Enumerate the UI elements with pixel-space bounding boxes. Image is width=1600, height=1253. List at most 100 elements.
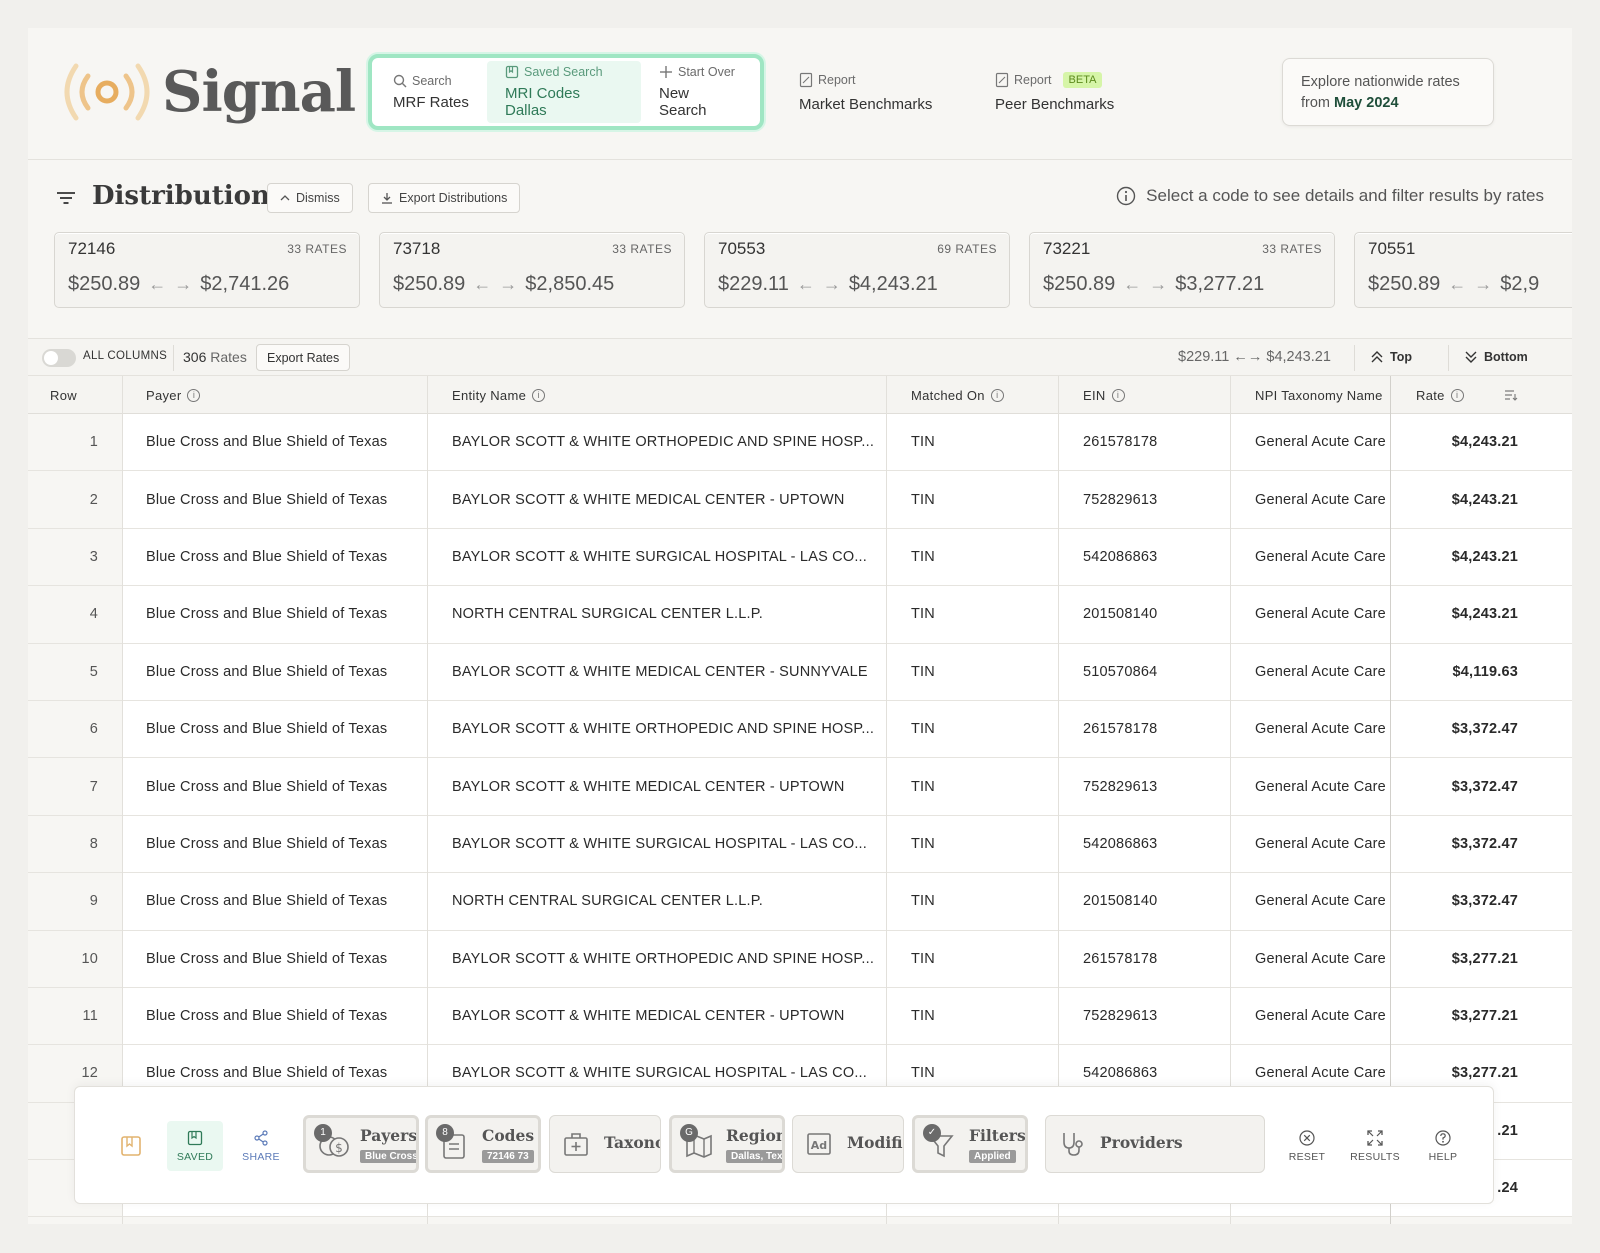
cell-npi-taxonomy: General Acute Care — [1255, 1008, 1386, 1025]
distribution-card[interactable]: 70551 $250.89 ← → $2,9 — [1354, 232, 1572, 308]
scroll-top-button[interactable]: Top — [1370, 350, 1412, 364]
table-row[interactable]: 9 Blue Cross and Blue Shield of Texas NORT… — [28, 873, 1572, 931]
report-small-label: Report — [1014, 73, 1052, 87]
card-max: $2,850.45 — [525, 273, 615, 295]
svg-text:$: $ — [335, 1141, 343, 1155]
payers-filter-chip[interactable]: 1 $ Payers Blue Cross — [303, 1115, 419, 1173]
table-row[interactable]: 10 Blue Cross and Blue Shield of Texas BAY… — [28, 930, 1572, 988]
info-icon[interactable]: i — [1450, 388, 1464, 402]
column-header-ein[interactable]: EIN i — [1083, 376, 1125, 414]
download-icon — [382, 193, 392, 204]
cell-npi-taxonomy: General Acute Care — [1255, 491, 1386, 508]
regions-filter-chip[interactable]: G Regions Dallas, Tex — [669, 1115, 785, 1173]
table-row[interactable]: 7 Blue Cross and Blue Shield of Texas BAYL… — [28, 758, 1572, 816]
distribution-card[interactable]: 70553 69 RATES $229.11 ← → $4,243.21 — [704, 232, 1010, 308]
arrow-right-icon: → — [1474, 274, 1493, 294]
column-header-entity-name[interactable]: Entity Name i — [452, 376, 546, 414]
scroll-bottom-button[interactable]: Bottom — [1464, 350, 1528, 364]
table-row[interactable]: 8 Blue Cross and Blue Shield of Texas BAYL… — [28, 815, 1572, 874]
distribution-card[interactable]: 73221 33 RATES $250.89 ← → $3,277.21 — [1029, 232, 1335, 308]
saved-button[interactable]: SAVED — [167, 1121, 223, 1171]
bookmark-icon — [187, 1130, 203, 1145]
cell-payer: Blue Cross and Blue Shield of Texas — [146, 434, 388, 451]
info-icon[interactable]: i — [532, 388, 546, 402]
filter-lines-icon[interactable] — [56, 190, 76, 206]
reset-button[interactable]: RESET — [1279, 1121, 1335, 1171]
explore-nationwide-button[interactable]: Explore nationwide rates from May 2024 — [1282, 58, 1494, 126]
codes-filter-chip[interactable]: 8 Codes 72146 73 — [425, 1115, 541, 1173]
arrow-left-icon: ← — [796, 274, 815, 294]
sort-icon[interactable] — [1504, 389, 1518, 401]
modifier-filter-chip[interactable]: Ad Modifier — [792, 1115, 904, 1173]
all-columns-toggle[interactable] — [42, 349, 76, 367]
app-window: Signal Search MRF Rates Saved Search MRI… — [28, 28, 1572, 1224]
cell-npi-taxonomy: General Acute Care — [1255, 778, 1386, 795]
info-icon[interactable]: i — [187, 388, 201, 402]
share-button[interactable]: SHARE — [233, 1121, 289, 1171]
saved-search-button[interactable]: Saved Search MRI Codes Dallas — [487, 61, 641, 123]
cell-ein: 261578178 — [1083, 721, 1158, 738]
table-row[interactable]: 4 Blue Cross and Blue Shield of Texas NORT… — [28, 586, 1572, 644]
info-icon[interactable]: i — [990, 388, 1004, 402]
svg-text:Ad: Ad — [811, 1139, 827, 1152]
search-big-label: MRF Rates — [393, 93, 469, 111]
results-button[interactable]: RESULTS — [1347, 1121, 1403, 1171]
column-header-payer[interactable]: Payer i — [146, 376, 201, 414]
cell-ein: 201508140 — [1083, 606, 1158, 623]
report-market-benchmarks[interactable]: Report Market Benchmarks — [799, 72, 932, 113]
search-mrf-rates-button[interactable]: Search MRF Rates — [375, 61, 487, 123]
arrow-left-icon: ← — [473, 274, 492, 294]
export-rates-button[interactable]: Export Rates — [256, 344, 351, 371]
cell-entity-name: NORTH CENTRAL SURGICAL CENTER L.L.P. — [452, 893, 763, 910]
cell-row: 6 — [89, 721, 98, 738]
cell-matched-on: TIN — [911, 491, 935, 508]
cell-rate: $3,372.47 — [1451, 835, 1518, 852]
providers-filter-chip[interactable]: Providers — [1045, 1115, 1265, 1173]
cell-payer: Blue Cross and Blue Shield of Texas — [146, 606, 388, 623]
expand-icon — [1367, 1129, 1383, 1146]
cell-npi-taxonomy: General Acute Care — [1255, 721, 1386, 738]
cell-matched-on: TIN — [911, 548, 935, 565]
cell-payer: Blue Cross and Blue Shield of Texas — [146, 950, 388, 967]
cell-rate: $3,372.47 — [1451, 893, 1518, 910]
cell-ein: 752829613 — [1083, 491, 1158, 508]
help-button[interactable]: HELP — [1415, 1121, 1471, 1171]
bookmark-button[interactable] — [103, 1121, 159, 1171]
column-header-matched-on[interactable]: Matched On i — [911, 376, 1004, 414]
double-chevron-down-icon — [1465, 351, 1477, 363]
table-row[interactable]: 6 Blue Cross and Blue Shield of Texas BAYL… — [28, 700, 1572, 759]
taxonomy-filter-chip[interactable]: Taxonomy — [549, 1115, 661, 1173]
table-row[interactable]: 11 Blue Cross and Blue Shield of Texas BAY… — [28, 987, 1572, 1046]
cell-ein: 261578178 — [1083, 950, 1158, 967]
distribution-card[interactable]: 72146 33 RATES $250.89 ← → $2,741.26 — [54, 232, 360, 308]
cell-entity-name: NORTH CENTRAL SURGICAL CENTER L.L.P. — [452, 606, 763, 623]
table-row[interactable]: 2 Blue Cross and Blue Shield of Texas BAYL… — [28, 471, 1572, 529]
cell-entity-name: BAYLOR SCOTT & WHITE SURGICAL HOSPITAL -… — [452, 548, 868, 565]
column-header-rate[interactable]: Rate i — [1416, 376, 1464, 414]
column-header-npi-taxonomy[interactable]: NPI Taxonomy Name — [1255, 376, 1383, 414]
card-min: $250.89 — [68, 273, 141, 295]
brand-name: Signal — [162, 59, 356, 125]
distribution-card[interactable]: 73718 33 RATES $250.89 ← → $2,850.45 — [379, 232, 685, 308]
table-row[interactable]: 1 Blue Cross and Blue Shield of Texas BAYL… — [28, 414, 1572, 472]
close-circle-icon — [1299, 1129, 1315, 1146]
cell-entity-name: BAYLOR SCOTT & WHITE SURGICAL HOSPITAL -… — [452, 835, 868, 852]
saved-search-small-label: Saved Search — [524, 65, 603, 79]
distributions-hint-text: Select a code to see details and filter … — [1146, 186, 1544, 205]
cell-entity-name: BAYLOR SCOTT & WHITE MEDICAL CENTER - UP… — [452, 491, 845, 508]
card-max: $2,741.26 — [200, 273, 290, 295]
logo[interactable]: Signal — [62, 58, 356, 126]
table-row[interactable]: 3 Blue Cross and Blue Shield of Texas BAYL… — [28, 528, 1572, 587]
cell-ein: 542086863 — [1083, 548, 1158, 565]
saved-search-big-label: MRI Codes Dallas — [505, 85, 581, 119]
export-distributions-button[interactable]: Export Distributions — [368, 183, 521, 213]
filters-chip[interactable]: ✓ Filters Applied — [912, 1115, 1028, 1173]
cell-npi-taxonomy: General Acute Care — [1255, 835, 1386, 852]
column-header-row[interactable]: Row — [50, 376, 77, 414]
rate-range: $229.11 ←→ $4,243.21 — [1178, 349, 1331, 365]
dismiss-button[interactable]: Dismiss — [267, 183, 353, 213]
table-row[interactable]: 5 Blue Cross and Blue Shield of Texas BAYL… — [28, 643, 1572, 701]
start-over-button[interactable]: Start Over New Search — [641, 61, 757, 123]
report-peer-benchmarks[interactable]: Report BETA Peer Benchmarks — [995, 72, 1114, 113]
info-icon[interactable]: i — [1111, 388, 1125, 402]
